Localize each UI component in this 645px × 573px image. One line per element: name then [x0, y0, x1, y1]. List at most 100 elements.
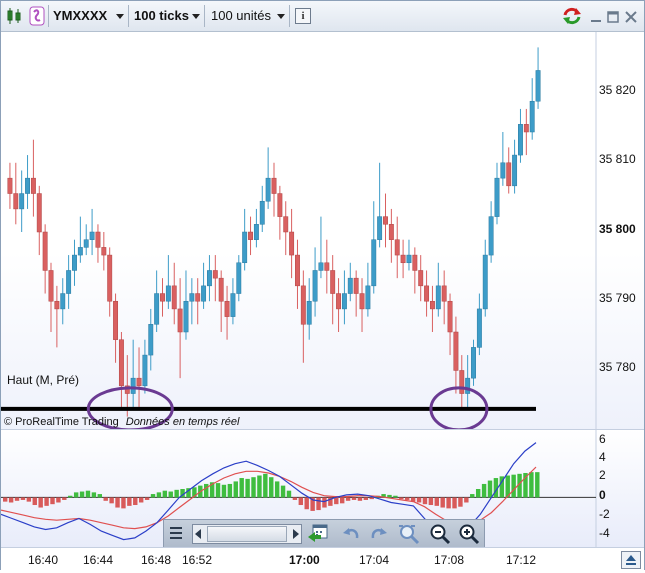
candle-body: [218, 277, 224, 302]
redo-icon[interactable]: [370, 525, 388, 543]
calendar-icon[interactable]: [307, 523, 329, 543]
candle-body: [236, 262, 242, 294]
candle-body: [265, 177, 271, 202]
histogram-bar: [440, 497, 445, 508]
minimize-icon[interactable]: [590, 10, 602, 22]
candle-body: [30, 177, 36, 194]
candle-body: [324, 262, 330, 271]
indicator-label: 4: [599, 450, 606, 464]
candle-body: [89, 231, 95, 240]
candle-body: [365, 285, 371, 310]
histogram-bar: [357, 497, 363, 501]
candle-body: [523, 124, 529, 133]
histogram-bar: [399, 497, 404, 500]
candle-body: [429, 300, 435, 310]
histogram-bar: [68, 495, 73, 498]
candle-body: [189, 293, 195, 302]
histogram-bar: [470, 494, 475, 498]
candle-body: [83, 239, 89, 248]
indicator-label: 6: [599, 432, 606, 446]
candle-body: [271, 177, 277, 194]
units-caret-icon[interactable]: [277, 14, 285, 19]
units-label: 100 unités: [211, 8, 271, 23]
candle-body: [207, 270, 212, 287]
histogram-bar: [464, 497, 469, 503]
candle-body: [447, 300, 453, 333]
candle-body: [535, 70, 541, 102]
ticks-caret-icon[interactable]: [192, 14, 200, 19]
candlestick-icon[interactable]: [5, 7, 23, 25]
candle-body: [224, 300, 230, 317]
time-label: 17:00: [289, 553, 320, 567]
candle-body: [101, 247, 107, 256]
histogram-bar: [263, 473, 268, 498]
symbol-selector[interactable]: YMXXXX: [53, 5, 125, 26]
histogram-bar: [481, 483, 487, 498]
units-selector[interactable]: 100 unités: [211, 5, 283, 26]
support-line-label: Haut (M, Pré): [7, 373, 80, 387]
histogram-bar: [345, 497, 351, 501]
maximize-icon[interactable]: [607, 10, 619, 23]
candle-body: [359, 293, 365, 310]
histogram-bar: [274, 481, 280, 498]
candle-body: [512, 154, 518, 187]
candle-body: [165, 285, 171, 302]
price-chart-svg: [1, 32, 597, 432]
histogram-bar: [422, 497, 428, 505]
time-label: 17:08: [434, 553, 465, 567]
histogram-bar: [428, 497, 434, 506]
histogram-bar: [73, 492, 79, 498]
histogram-bar: [298, 497, 304, 506]
candle-body: [183, 300, 189, 333]
candle-body: [400, 254, 406, 264]
realtime-status: Données en temps réel: [125, 416, 240, 428]
menu-icon[interactable]: [168, 525, 184, 541]
candle-body: [506, 162, 512, 187]
ticks-selector[interactable]: 100 ticks: [134, 5, 194, 26]
candle-body: [113, 300, 119, 340]
zoom-out-icon[interactable]: [429, 523, 451, 545]
candle-body: [465, 377, 471, 394]
candle-body: [377, 216, 383, 240]
candle-body: [259, 200, 265, 225]
symbol-caret-icon[interactable]: [116, 14, 124, 19]
histogram-bar: [257, 475, 262, 498]
candle-body: [488, 216, 494, 256]
histogram-bar: [38, 497, 43, 508]
time-label: 16:52: [182, 553, 213, 567]
zoom-in-icon[interactable]: [458, 523, 480, 545]
candle-body: [253, 224, 259, 240]
scroll-left-arrow-icon[interactable]: [195, 529, 201, 539]
histogram-bar: [138, 497, 144, 503]
histogram-bar: [280, 485, 286, 498]
scroll-right-arrow-icon[interactable]: [293, 529, 299, 539]
candle-body: [289, 231, 295, 256]
candle-body: [177, 308, 183, 333]
scroll-track[interactable]: [192, 524, 302, 544]
candle-body: [394, 239, 400, 256]
scroll-thumb[interactable]: [207, 526, 287, 542]
histogram-bar: [511, 474, 516, 498]
price-chart[interactable]: 35 820 35 810 35 800 35 790 35 780 Haut …: [1, 32, 644, 432]
undo-icon[interactable]: [342, 525, 360, 543]
candle-body: [118, 339, 124, 387]
histogram-bar: [446, 497, 451, 509]
candle-body: [230, 293, 236, 317]
toolbar: YMXXXX 100 ticks 100 unités i: [1, 1, 644, 32]
magic-wand-icon[interactable]: [29, 6, 45, 26]
candle-body: [107, 254, 113, 302]
refresh-icon[interactable]: [561, 6, 583, 26]
zoom-fit-icon[interactable]: [398, 523, 420, 545]
candle-body: [283, 216, 289, 233]
info-icon[interactable]: i: [295, 8, 311, 24]
candle-body: [13, 193, 19, 210]
histogram-bar: [387, 494, 392, 498]
time-axis: 16:40 16:44 16:48 16:52 17:00 17:04 17:0…: [1, 547, 644, 570]
candle-body: [195, 293, 201, 302]
price-label: 35 790: [599, 291, 636, 305]
histogram-bar: [56, 497, 61, 503]
candle-body: [453, 331, 459, 371]
histogram-bar: [221, 484, 227, 498]
close-icon[interactable]: [625, 10, 637, 23]
expand-panel-icon[interactable]: [621, 551, 641, 569]
